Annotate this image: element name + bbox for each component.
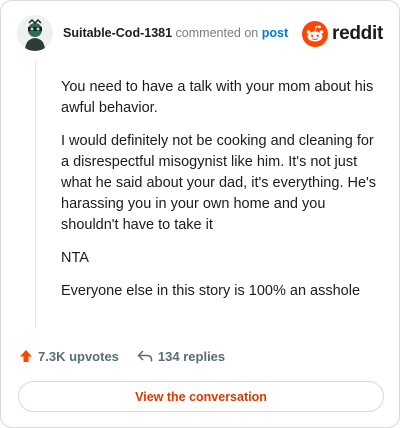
upvote-button[interactable]: 7.3K upvotes bbox=[19, 349, 119, 364]
view-conversation-button[interactable]: View the conversation bbox=[18, 381, 384, 412]
action-bar: 7.3K upvotes 134 replies bbox=[19, 345, 243, 367]
comment-paragraph: NTA bbox=[61, 250, 89, 266]
post-link[interactable]: post bbox=[262, 26, 288, 40]
thread-line bbox=[35, 61, 36, 329]
reply-count: 134 replies bbox=[157, 348, 226, 364]
reddit-wordmark: reddit bbox=[332, 23, 383, 44]
replies-button[interactable]: 134 replies bbox=[137, 349, 225, 364]
user-avatar[interactable] bbox=[17, 15, 53, 51]
byline: Suitable-Cod-1381 commented on post bbox=[63, 26, 288, 40]
comment-paragraph: Everyone else in this story is 100% an a… bbox=[61, 283, 361, 299]
upvote-count: 7.3K upvotes bbox=[38, 348, 119, 364]
comment-body: You need to have a talk with your mom ab… bbox=[61, 77, 381, 314]
reddit-brand[interactable]: reddit bbox=[302, 19, 383, 49]
upvote-arrow-icon bbox=[20, 350, 32, 362]
action-text: commented on bbox=[175, 26, 259, 40]
reply-arrow-icon bbox=[137, 350, 153, 362]
reddit-alien-icon bbox=[302, 21, 329, 47]
avatar-icon bbox=[17, 15, 53, 51]
comment-header: Suitable-Cod-1381 commented on post redd… bbox=[17, 15, 385, 53]
comment-paragraph: You need to have a talk with your mom ab… bbox=[61, 79, 374, 116]
comment-card: Suitable-Cod-1381 commented on post redd… bbox=[0, 0, 400, 428]
username[interactable]: Suitable-Cod-1381 bbox=[63, 26, 172, 40]
comment-paragraph: I would definitely not be cooking and cl… bbox=[61, 133, 377, 233]
